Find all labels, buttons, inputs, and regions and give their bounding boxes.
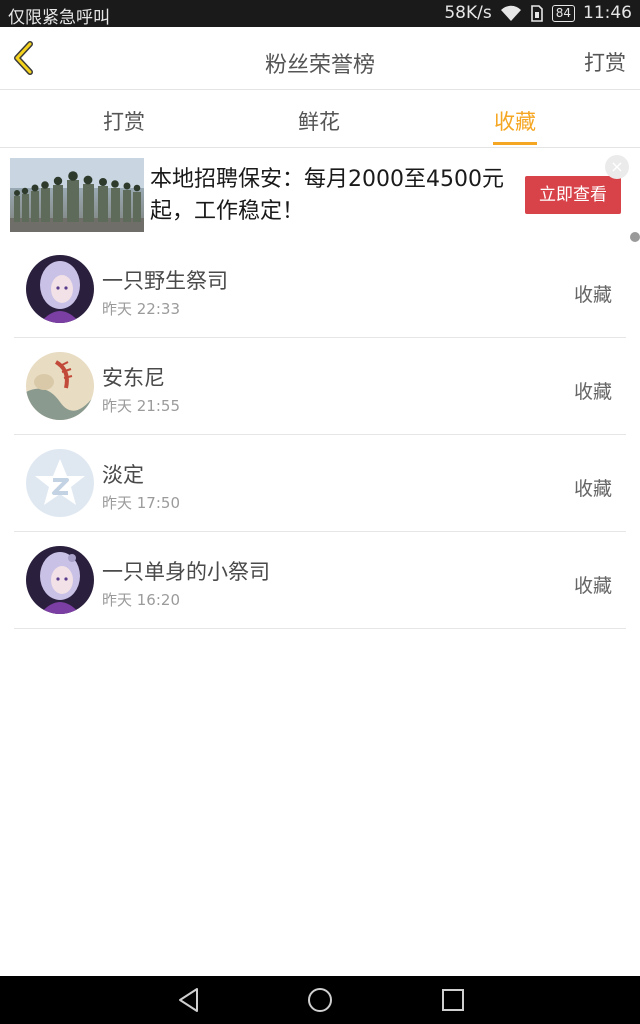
timestamp: 昨天 16:20	[102, 591, 180, 609]
user-name: 一只单身的小祭司	[102, 560, 270, 584]
battery-icon: 84	[551, 4, 575, 22]
timestamp: 昨天 17:50	[102, 494, 180, 512]
user-name: 一只野生祭司	[102, 269, 228, 293]
ad-text: 本地招聘保安：每月2000至4500元起，工作稳定！	[150, 167, 504, 224]
active-tab-indicator	[493, 142, 537, 145]
triangle-back-icon	[179, 988, 198, 1012]
timestamp: 昨天 21:55	[102, 397, 180, 415]
action-label: 收藏	[573, 284, 612, 306]
carrier-status: 仅限紧急呼叫	[8, 8, 110, 28]
clock: 11:46	[583, 3, 632, 23]
ad-image	[10, 158, 144, 232]
avatar[interactable]	[26, 449, 94, 517]
list-item[interactable]: 淡定 昨天 17:50 收藏	[14, 435, 626, 532]
sim-icon	[530, 4, 544, 22]
list-item[interactable]: 一只单身的小祭司 昨天 16:20 收藏	[14, 532, 626, 629]
action-label: 收藏	[573, 478, 612, 500]
list-item[interactable]: 安东尼 昨天 21:55 收藏	[14, 338, 626, 435]
avatar[interactable]	[26, 255, 94, 323]
tab-reward[interactable]: 打赏	[103, 106, 145, 136]
ad-banner[interactable]: 本地招聘保安：每月2000至4500元起，工作稳定！ 立即查看 ×	[0, 148, 640, 242]
action-label: 收藏	[573, 575, 612, 597]
list-item[interactable]: 一只野生祭司 昨天 22:33 收藏	[14, 241, 626, 338]
avatar[interactable]	[26, 546, 94, 614]
circle-home-icon	[308, 988, 332, 1012]
status-icons: 58K/s 84 11:46	[444, 3, 632, 23]
user-name: 淡定	[102, 463, 144, 487]
header-bar: 粉丝荣誉榜 打赏	[0, 27, 640, 90]
square-recents-icon	[442, 989, 464, 1011]
nav-home-button[interactable]	[307, 987, 333, 1013]
wifi-icon	[500, 5, 522, 22]
timestamp: 昨天 22:33	[102, 300, 180, 318]
nav-back-button[interactable]	[176, 987, 202, 1013]
ad-close-icon[interactable]: ×	[605, 155, 629, 179]
system-nav-bar	[0, 976, 640, 1024]
avatar[interactable]	[26, 352, 94, 420]
ad-view-now-button[interactable]: 立即查看	[525, 176, 621, 214]
tab-flowers[interactable]: 鲜花	[298, 106, 340, 136]
user-name: 安东尼	[102, 366, 165, 390]
reward-button[interactable]: 打赏	[584, 47, 626, 77]
page-title: 粉丝荣誉榜	[264, 53, 375, 78]
status-bar: 仅限紧急呼叫 58K/s 84 11:46	[0, 0, 640, 28]
action-label: 收藏	[573, 381, 612, 403]
fan-list: 一只野生祭司 昨天 22:33 收藏 安东尼 昨天 21:55 收藏 淡定 昨天…	[0, 241, 640, 629]
network-speed: 58K/s	[444, 3, 492, 23]
tab-bar: 打赏 鲜花 收藏	[0, 90, 640, 148]
nav-recents-button[interactable]	[440, 987, 466, 1013]
tab-favorites[interactable]: 收藏	[494, 106, 536, 136]
